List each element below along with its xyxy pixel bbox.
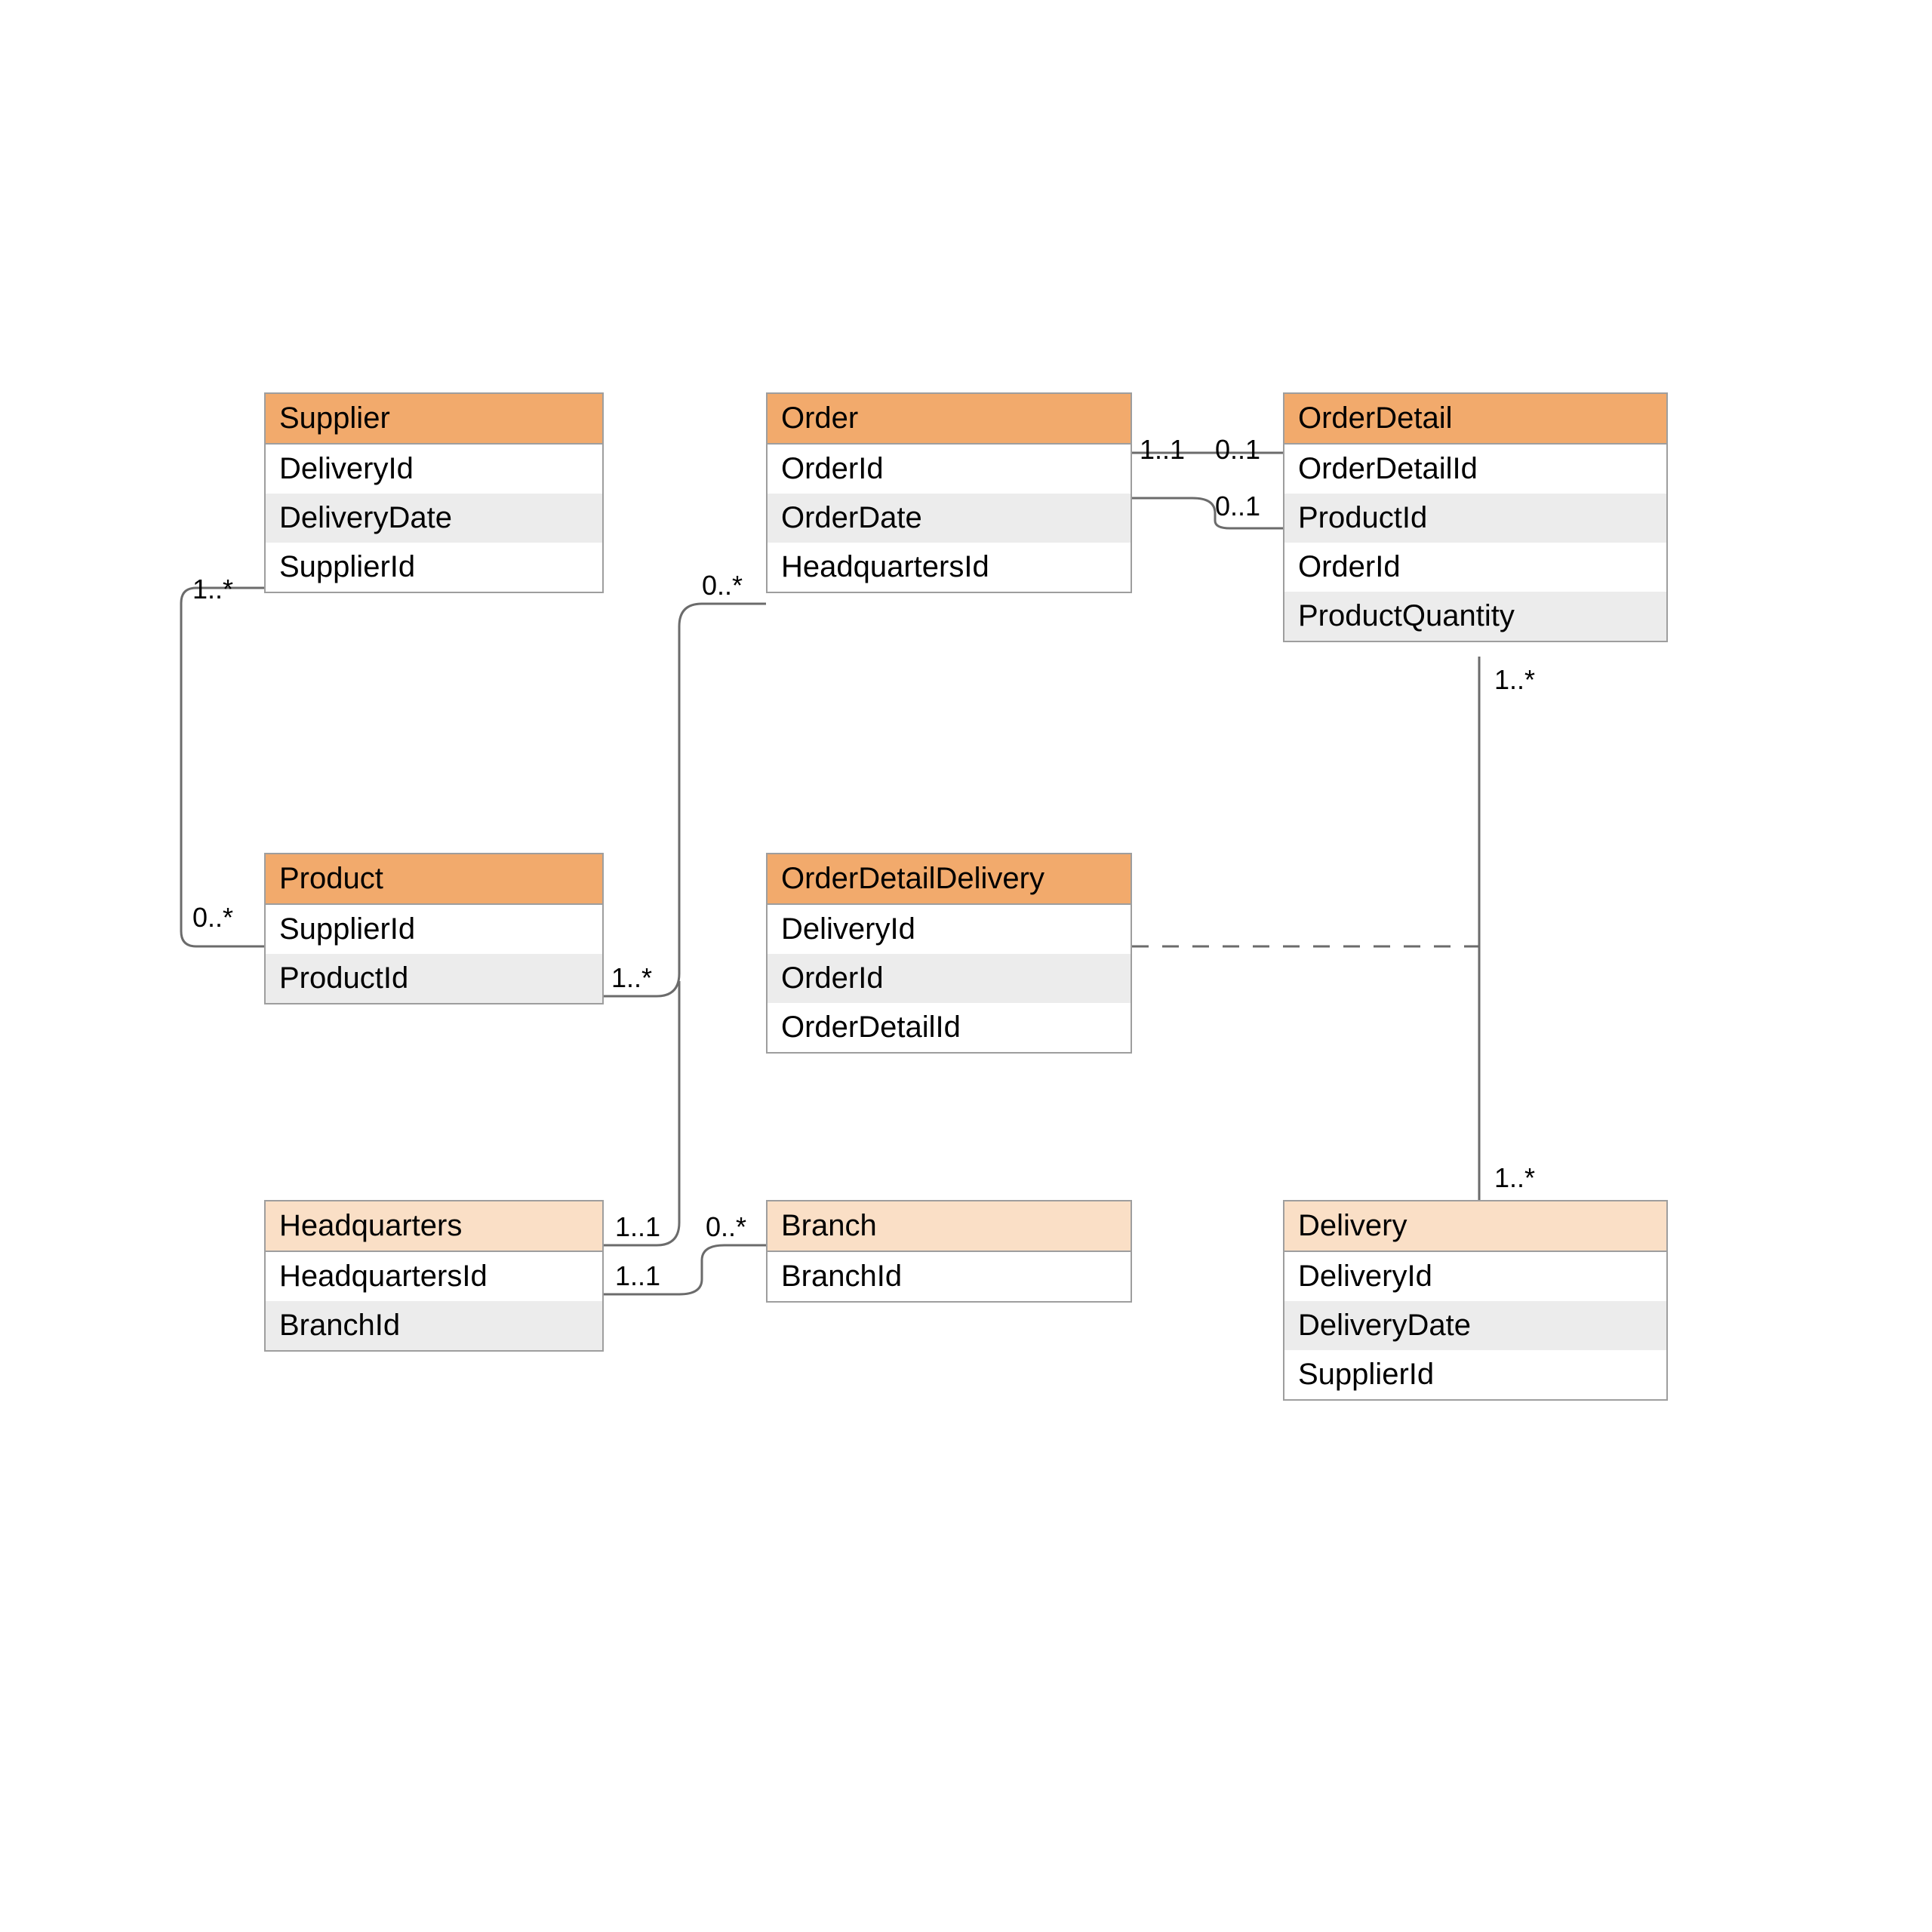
entity-title: Delivery <box>1284 1201 1666 1252</box>
entity-orderdetaildelivery: OrderDetailDelivery DeliveryId OrderId O… <box>766 853 1132 1054</box>
entity-attr: DeliveryId <box>1284 1252 1666 1301</box>
entity-attr: SupplierId <box>1284 1350 1666 1399</box>
entity-attr: SupplierId <box>266 543 602 592</box>
entity-attr: DeliveryId <box>768 905 1131 954</box>
entity-title: OrderDetailDelivery <box>768 854 1131 905</box>
entity-attr: HeadquartersId <box>266 1252 602 1301</box>
multiplicity-label: 0..1 <box>1215 434 1260 466</box>
multiplicity-label: 0..1 <box>1215 491 1260 522</box>
entity-delivery: Delivery DeliveryId DeliveryDate Supplie… <box>1283 1200 1668 1401</box>
entity-attr: BranchId <box>768 1252 1131 1301</box>
entity-supplier: Supplier DeliveryId DeliveryDate Supplie… <box>264 392 604 593</box>
entity-attr: OrderId <box>768 954 1131 1003</box>
entity-order: Order OrderId OrderDate HeadquartersId <box>766 392 1132 593</box>
entity-title: Product <box>266 854 602 905</box>
multiplicity-label: 1..* <box>611 962 652 994</box>
multiplicity-label: 0..* <box>192 902 233 934</box>
er-diagram: Supplier DeliveryId DeliveryDate Supplie… <box>0 0 1932 1932</box>
multiplicity-label: 0..* <box>702 570 743 601</box>
entity-title: Branch <box>768 1201 1131 1252</box>
entity-title: Order <box>768 394 1131 445</box>
entity-attr: ProductId <box>1284 494 1666 543</box>
entity-attr: BranchId <box>266 1301 602 1350</box>
entity-title: Supplier <box>266 394 602 445</box>
multiplicity-label: 1..1 <box>615 1211 660 1243</box>
multiplicity-label: 1..1 <box>1140 434 1185 466</box>
entity-attr: SupplierId <box>266 905 602 954</box>
entity-title: OrderDetail <box>1284 394 1666 445</box>
multiplicity-label: 1..* <box>1494 664 1535 696</box>
entity-attr: OrderDate <box>768 494 1131 543</box>
entity-headquarters: Headquarters HeadquartersId BranchId <box>264 1200 604 1352</box>
entity-attr: DeliveryDate <box>1284 1301 1666 1350</box>
multiplicity-label: 1..* <box>192 574 233 605</box>
entity-attr: OrderDetailId <box>1284 445 1666 494</box>
entity-attr: OrderDetailId <box>768 1003 1131 1052</box>
entity-attr: ProductQuantity <box>1284 592 1666 641</box>
entity-attr: DeliveryDate <box>266 494 602 543</box>
multiplicity-label: 0..* <box>706 1211 746 1243</box>
multiplicity-label: 1..* <box>1494 1162 1535 1194</box>
entity-orderdetail: OrderDetail OrderDetailId ProductId Orde… <box>1283 392 1668 642</box>
entity-product: Product SupplierId ProductId <box>264 853 604 1004</box>
entity-attr: HeadquartersId <box>768 543 1131 592</box>
entity-attr: DeliveryId <box>266 445 602 494</box>
entity-attr: OrderId <box>1284 543 1666 592</box>
entity-branch: Branch BranchId <box>766 1200 1132 1303</box>
entity-attr: ProductId <box>266 954 602 1003</box>
entity-title: Headquarters <box>266 1201 602 1252</box>
entity-attr: OrderId <box>768 445 1131 494</box>
multiplicity-label: 1..1 <box>615 1260 660 1292</box>
